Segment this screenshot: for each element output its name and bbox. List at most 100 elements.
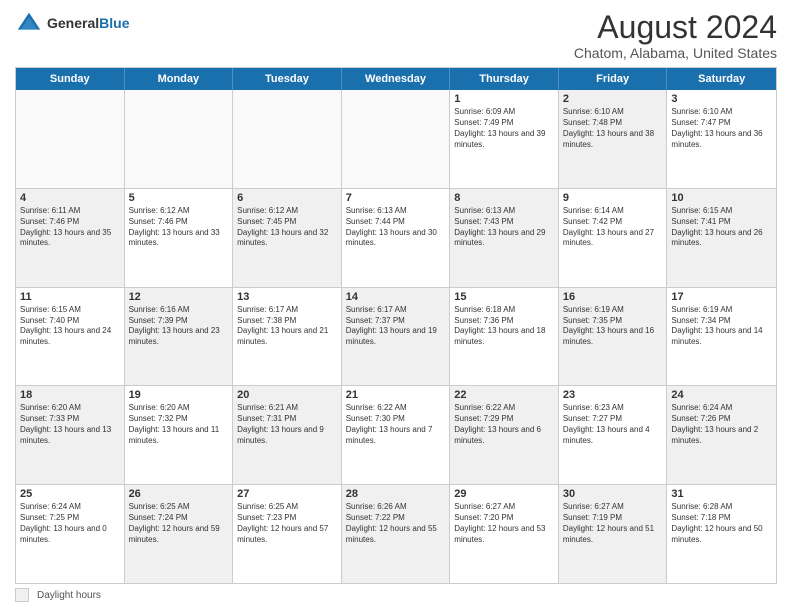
calendar-cell: 30Sunrise: 6:27 AMSunset: 7:19 PMDayligh… xyxy=(559,485,668,583)
day-info: Sunrise: 6:10 AMSunset: 7:47 PMDaylight:… xyxy=(671,107,772,150)
day-number: 1 xyxy=(454,93,554,105)
day-info: Sunrise: 6:24 AMSunset: 7:25 PMDaylight:… xyxy=(20,502,120,545)
day-info: Sunrise: 6:09 AMSunset: 7:49 PMDaylight:… xyxy=(454,107,554,150)
day-number: 17 xyxy=(671,291,772,303)
calendar-cell: 6 Sunrise: 6:12 AMSunset: 7:45 PMDaylight… xyxy=(233,189,342,287)
day-number: 16 xyxy=(563,291,663,303)
calendar-header: SundayMondayTuesdayWednesdayThursdayFrid… xyxy=(16,68,776,90)
header-sunday: Sunday xyxy=(16,68,125,90)
day-number: 31 xyxy=(671,488,772,500)
day-number: 3 xyxy=(671,93,772,105)
day-number: 23 xyxy=(563,389,663,401)
day-info: Sunrise: 6:13 AMSunset: 7:44 PMDaylight:… xyxy=(346,206,446,249)
day-number: 27 xyxy=(237,488,337,500)
day-number: 24 xyxy=(671,389,772,401)
day-number: 5 xyxy=(129,192,229,204)
calendar-cell: 8 Sunrise: 6:13 AMSunset: 7:43 PMDaylight… xyxy=(450,189,559,287)
calendar-cell: 18Sunrise: 6:20 AMSunset: 7:33 PMDayligh… xyxy=(16,386,125,484)
title-block: August 2024 Chatom, Alabama, United Stat… xyxy=(574,10,777,61)
day-number: 22 xyxy=(454,389,554,401)
header-thursday: Thursday xyxy=(450,68,559,90)
day-number: 2 xyxy=(563,93,663,105)
calendar-cell: 10 Sunrise: 6:15 AMSunset: 7:41 PMDayligh… xyxy=(667,189,776,287)
day-info: Sunrise: 6:20 AMSunset: 7:33 PMDaylight:… xyxy=(20,403,120,446)
day-info: Sunrise: 6:22 AMSunset: 7:30 PMDaylight:… xyxy=(346,403,446,446)
calendar-cell: 3 Sunrise: 6:10 AMSunset: 7:47 PMDaylight… xyxy=(667,90,776,188)
calendar-cell: 5Sunrise: 6:12 AMSunset: 7:46 PMDaylight… xyxy=(125,189,234,287)
day-info: Sunrise: 6:14 AMSunset: 7:42 PMDaylight:… xyxy=(563,206,663,249)
header-tuesday: Tuesday xyxy=(233,68,342,90)
calendar-cell: 14 Sunrise: 6:17 AMSunset: 7:37 PMDayligh… xyxy=(342,288,451,386)
day-number: 12 xyxy=(129,291,229,303)
calendar-cell: 24 Sunrise: 6:24 AMSunset: 7:26 PMDayligh… xyxy=(667,386,776,484)
calendar-cell: 25 Sunrise: 6:24 AMSunset: 7:25 PMDayligh… xyxy=(16,485,125,583)
day-info: Sunrise: 6:20 AMSunset: 7:32 PMDaylight:… xyxy=(129,403,229,446)
day-info: Sunrise: 6:27 AMSunset: 7:19 PMDaylight:… xyxy=(563,502,663,545)
day-info: Sunrise: 6:11 AMSunset: 7:46 PMDaylight:… xyxy=(20,206,120,249)
logo: GeneralBlue xyxy=(15,10,129,38)
header-monday: Monday xyxy=(125,68,234,90)
day-info: Sunrise: 6:24 AMSunset: 7:26 PMDaylight:… xyxy=(671,403,772,446)
header: GeneralBlue August 2024 Chatom, Alabama,… xyxy=(15,10,777,61)
day-number: 19 xyxy=(129,389,229,401)
calendar-body: 1 Sunrise: 6:09 AMSunset: 7:49 PMDaylight… xyxy=(16,90,776,583)
day-info: Sunrise: 6:15 AMSunset: 7:41 PMDaylight:… xyxy=(671,206,772,249)
day-info: Sunrise: 6:17 AMSunset: 7:37 PMDaylight:… xyxy=(346,305,446,348)
day-number: 26 xyxy=(129,488,229,500)
day-info: Sunrise: 6:17 AMSunset: 7:38 PMDaylight:… xyxy=(237,305,337,348)
calendar-cell: 27Sunrise: 6:25 AMSunset: 7:23 PMDayligh… xyxy=(233,485,342,583)
calendar-cell: 22 Sunrise: 6:22 AMSunset: 7:29 PMDayligh… xyxy=(450,386,559,484)
calendar-cell xyxy=(233,90,342,188)
header-friday: Friday xyxy=(559,68,668,90)
calendar-cell: 4 Sunrise: 6:11 AMSunset: 7:46 PMDaylight… xyxy=(16,189,125,287)
day-number: 15 xyxy=(454,291,554,303)
main-title: August 2024 xyxy=(574,10,777,45)
week-row-5: 25 Sunrise: 6:24 AMSunset: 7:25 PMDayligh… xyxy=(16,485,776,583)
day-number: 20 xyxy=(237,389,337,401)
day-info: Sunrise: 6:22 AMSunset: 7:29 PMDaylight:… xyxy=(454,403,554,446)
calendar: SundayMondayTuesdayWednesdayThursdayFrid… xyxy=(15,67,777,584)
day-info: Sunrise: 6:19 AMSunset: 7:35 PMDaylight:… xyxy=(563,305,663,348)
legend: Daylight hours xyxy=(15,588,777,602)
day-number: 10 xyxy=(671,192,772,204)
calendar-cell: 7 Sunrise: 6:13 AMSunset: 7:44 PMDaylight… xyxy=(342,189,451,287)
calendar-cell xyxy=(16,90,125,188)
day-info: Sunrise: 6:27 AMSunset: 7:20 PMDaylight:… xyxy=(454,502,554,545)
calendar-cell xyxy=(342,90,451,188)
calendar-cell: 13Sunrise: 6:17 AMSunset: 7:38 PMDayligh… xyxy=(233,288,342,386)
day-number: 14 xyxy=(346,291,446,303)
day-info: Sunrise: 6:21 AMSunset: 7:31 PMDaylight:… xyxy=(237,403,337,446)
calendar-cell: 19 Sunrise: 6:20 AMSunset: 7:32 PMDayligh… xyxy=(125,386,234,484)
day-info: Sunrise: 6:12 AMSunset: 7:45 PMDaylight:… xyxy=(237,206,337,249)
header-saturday: Saturday xyxy=(667,68,776,90)
day-info: Sunrise: 6:23 AMSunset: 7:27 PMDaylight:… xyxy=(563,403,663,446)
day-number: 11 xyxy=(20,291,120,303)
day-info: Sunrise: 6:15 AMSunset: 7:40 PMDaylight:… xyxy=(20,305,120,348)
calendar-cell: 1 Sunrise: 6:09 AMSunset: 7:49 PMDaylight… xyxy=(450,90,559,188)
calendar-cell: 12Sunrise: 6:16 AMSunset: 7:39 PMDayligh… xyxy=(125,288,234,386)
day-info: Sunrise: 6:19 AMSunset: 7:34 PMDaylight:… xyxy=(671,305,772,348)
calendar-cell: 29Sunrise: 6:27 AMSunset: 7:20 PMDayligh… xyxy=(450,485,559,583)
day-number: 8 xyxy=(454,192,554,204)
day-info: Sunrise: 6:25 AMSunset: 7:24 PMDaylight:… xyxy=(129,502,229,545)
calendar-cell: 16 Sunrise: 6:19 AMSunset: 7:35 PMDayligh… xyxy=(559,288,668,386)
day-number: 9 xyxy=(563,192,663,204)
day-info: Sunrise: 6:26 AMSunset: 7:22 PMDaylight:… xyxy=(346,502,446,545)
week-row-4: 18Sunrise: 6:20 AMSunset: 7:33 PMDayligh… xyxy=(16,386,776,485)
calendar-cell: 9 Sunrise: 6:14 AMSunset: 7:42 PMDaylight… xyxy=(559,189,668,287)
day-number: 4 xyxy=(20,192,120,204)
day-number: 28 xyxy=(346,488,446,500)
day-number: 6 xyxy=(237,192,337,204)
legend-label: Daylight hours xyxy=(37,590,101,601)
week-row-2: 4 Sunrise: 6:11 AMSunset: 7:46 PMDaylight… xyxy=(16,189,776,288)
day-info: Sunrise: 6:13 AMSunset: 7:43 PMDaylight:… xyxy=(454,206,554,249)
calendar-cell: 23 Sunrise: 6:23 AMSunset: 7:27 PMDayligh… xyxy=(559,386,668,484)
logo-icon xyxy=(15,10,43,38)
calendar-cell: 21Sunrise: 6:22 AMSunset: 7:30 PMDayligh… xyxy=(342,386,451,484)
logo-text: GeneralBlue xyxy=(47,16,129,31)
day-number: 25 xyxy=(20,488,120,500)
day-info: Sunrise: 6:18 AMSunset: 7:36 PMDaylight:… xyxy=(454,305,554,348)
week-row-1: 1 Sunrise: 6:09 AMSunset: 7:49 PMDaylight… xyxy=(16,90,776,189)
day-number: 7 xyxy=(346,192,446,204)
day-info: Sunrise: 6:10 AMSunset: 7:48 PMDaylight:… xyxy=(563,107,663,150)
